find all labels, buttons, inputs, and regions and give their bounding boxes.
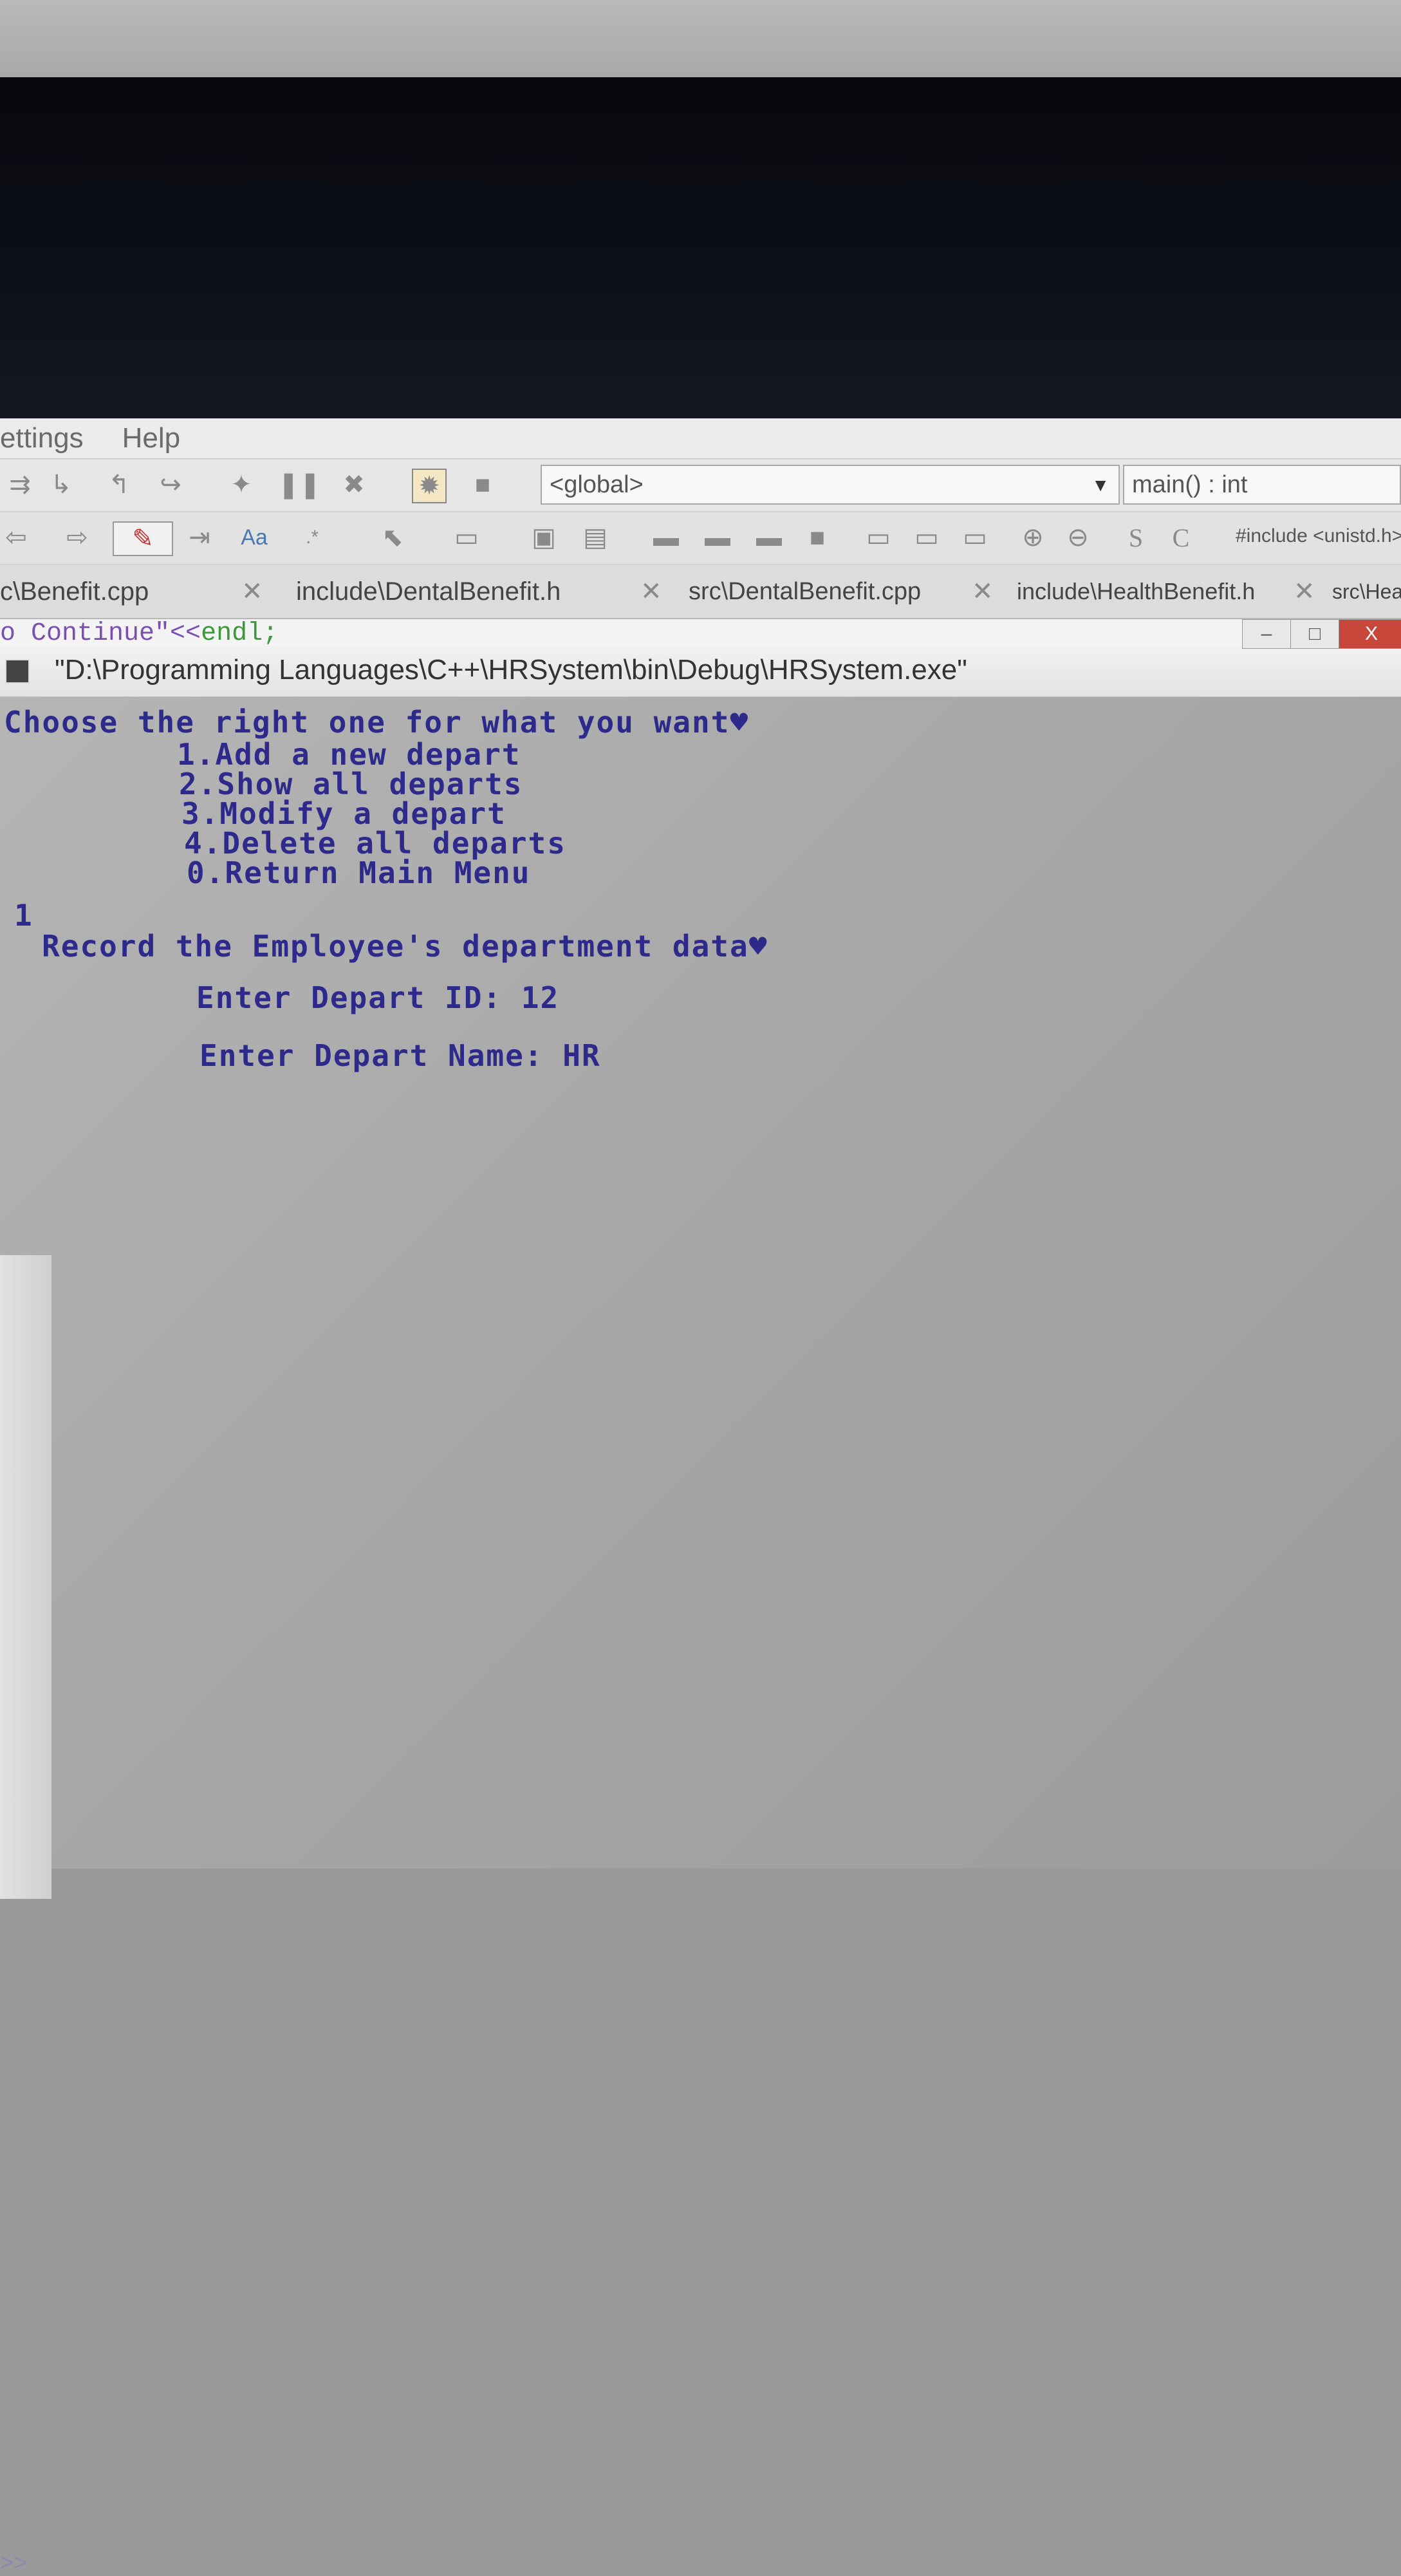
selection-icon[interactable]: ⇥ bbox=[183, 521, 216, 554]
tab-dentalbenefit-cpp[interactable]: src\DentalBenefit.cpp bbox=[689, 566, 921, 617]
ide-window: ettings Help ⇉ ↳ ↰ ↪ ✦ ❚❚ ✖ ✹ ■ <global>… bbox=[0, 418, 1401, 2575]
stop-icon[interactable]: ✖ bbox=[338, 469, 370, 501]
function-combo[interactable]: main() : int bbox=[1123, 465, 1401, 505]
console-output[interactable]: Choose the right one for what you want♥ … bbox=[0, 697, 1401, 1869]
monitor-bezel bbox=[0, 0, 1401, 84]
step-out-icon[interactable]: ↰ bbox=[103, 469, 135, 501]
editor-gutter: 51 >> bbox=[0, 1255, 51, 2575]
gutter-arrow: >> bbox=[0, 2549, 28, 2575]
frame-icon[interactable]: ▤ bbox=[579, 521, 611, 554]
panel-icon[interactable]: ■ bbox=[801, 521, 833, 554]
tab-label: include\DentalBenefit.h bbox=[296, 577, 561, 606]
tab-dentalbenefit-h[interactable]: include\DentalBenefit.h bbox=[296, 566, 561, 617]
console-user-input: 1 bbox=[14, 898, 33, 933]
close-icon[interactable]: ✕ bbox=[241, 577, 263, 606]
tab-label: src\DentalBenefit.cpp bbox=[689, 577, 922, 605]
code-keyword: endl; bbox=[201, 619, 279, 645]
maximize-button[interactable]: □ bbox=[1290, 619, 1339, 649]
edit-toolbar: ⇦ ⇨ ✎ ⇥ Aa .* ⬉ ▭ ▣ ▤ ▬ ▬ ▬ ■ ▭ ▭ ▭ ⊕ ⊖ … bbox=[0, 512, 1401, 565]
editor-tabs: c\Benefit.cpp ✕ include\DentalBenefit.h … bbox=[0, 566, 1401, 619]
function-combo-value: main() : int bbox=[1132, 471, 1248, 498]
close-icon[interactable]: ✕ bbox=[972, 577, 994, 606]
box-icon[interactable]: ▭ bbox=[862, 521, 895, 554]
next-instruction-icon[interactable]: ↪ bbox=[154, 469, 187, 501]
code-text: o Continue"<< bbox=[0, 619, 201, 645]
info-icon[interactable]: ■ bbox=[467, 469, 499, 501]
console-record-heading: Record the Employee's department data♥ bbox=[42, 929, 768, 964]
console-menu-option: 0.Return Main Menu bbox=[187, 855, 531, 890]
menu-bar: ettings Help bbox=[0, 418, 1401, 459]
console-prompt-line: Choose the right one for what you want♥ bbox=[4, 705, 750, 740]
scope-combo-value: <global> bbox=[550, 471, 644, 498]
symbol-c-icon[interactable]: C bbox=[1165, 521, 1197, 554]
zoom-out-icon[interactable]: ⊖ bbox=[1062, 521, 1094, 554]
forward-icon[interactable]: ⇨ bbox=[61, 521, 93, 554]
pointer-icon[interactable]: ⬉ bbox=[376, 521, 409, 554]
close-button[interactable]: X bbox=[1339, 619, 1401, 649]
debug-windows-icon[interactable]: ✹ bbox=[412, 469, 447, 503]
desktop-background bbox=[0, 77, 1401, 418]
match-case-icon[interactable]: Aa bbox=[238, 521, 270, 554]
console-depart-name: Enter Depart Name: HR bbox=[199, 1038, 601, 1073]
debug-toolbar: ⇉ ↳ ↰ ↪ ✦ ❚❚ ✖ ✹ ■ <global> ▼ main() : i… bbox=[0, 460, 1401, 512]
panel-icon[interactable]: ▬ bbox=[753, 521, 785, 554]
step-into-icon[interactable]: ↳ bbox=[45, 469, 77, 501]
editor-code-line: o Continue"<<endl; bbox=[0, 619, 1401, 645]
tab-label: src\Hea bbox=[1332, 579, 1401, 603]
box-icon[interactable]: ▭ bbox=[911, 521, 943, 554]
close-icon[interactable]: ✕ bbox=[1294, 577, 1315, 606]
highlight-icon[interactable]: ✎ bbox=[113, 521, 173, 556]
rectangle-icon[interactable]: ▭ bbox=[450, 521, 483, 554]
tab-healthbenefit-h[interactable]: include\HealthBenefit.h bbox=[1017, 566, 1255, 617]
step-icon[interactable]: ⇉ bbox=[4, 469, 36, 501]
back-icon[interactable]: ⇦ bbox=[0, 521, 32, 554]
chevron-down-icon: ▼ bbox=[1091, 475, 1109, 495]
gutter-line-number: 51 bbox=[0, 2086, 29, 2114]
pause-icon[interactable]: ❚❚ bbox=[277, 469, 320, 501]
console-title-bar[interactable]: "D:\Programming Languages\C++\HRSystem\b… bbox=[0, 619, 1401, 697]
tab-label: c\Benefit.cpp bbox=[0, 577, 149, 606]
close-icon[interactable]: ✕ bbox=[640, 577, 662, 606]
tab-benefit-cpp[interactable]: c\Benefit.cpp bbox=[0, 566, 149, 617]
tab-src-health[interactable]: src\Hea bbox=[1332, 566, 1401, 617]
minimize-button[interactable]: – bbox=[1242, 619, 1291, 649]
box-icon[interactable]: ▭ bbox=[959, 521, 991, 554]
panel-icon[interactable]: ▬ bbox=[650, 521, 682, 554]
include-hint: #include <unistd.h> bbox=[1236, 525, 1401, 546]
regex-icon[interactable]: .* bbox=[296, 521, 328, 554]
console-depart-id: Enter Depart ID: 12 bbox=[196, 980, 560, 1015]
scope-combo[interactable]: <global> ▼ bbox=[541, 465, 1120, 505]
image-icon[interactable]: ▣ bbox=[528, 521, 560, 554]
zoom-in-icon[interactable]: ⊕ bbox=[1017, 521, 1049, 554]
console-title: "D:\Programming Languages\C++\HRSystem\b… bbox=[55, 654, 967, 686]
panel-icon[interactable]: ▬ bbox=[701, 521, 734, 554]
symbol-s-icon[interactable]: S bbox=[1120, 521, 1152, 554]
menu-help[interactable]: Help bbox=[122, 422, 181, 454]
menu-settings[interactable]: ettings bbox=[0, 422, 84, 454]
tab-label: include\HealthBenefit.h bbox=[1017, 578, 1256, 604]
console-app-icon bbox=[5, 659, 30, 684]
break-icon[interactable]: ✦ bbox=[225, 469, 257, 501]
